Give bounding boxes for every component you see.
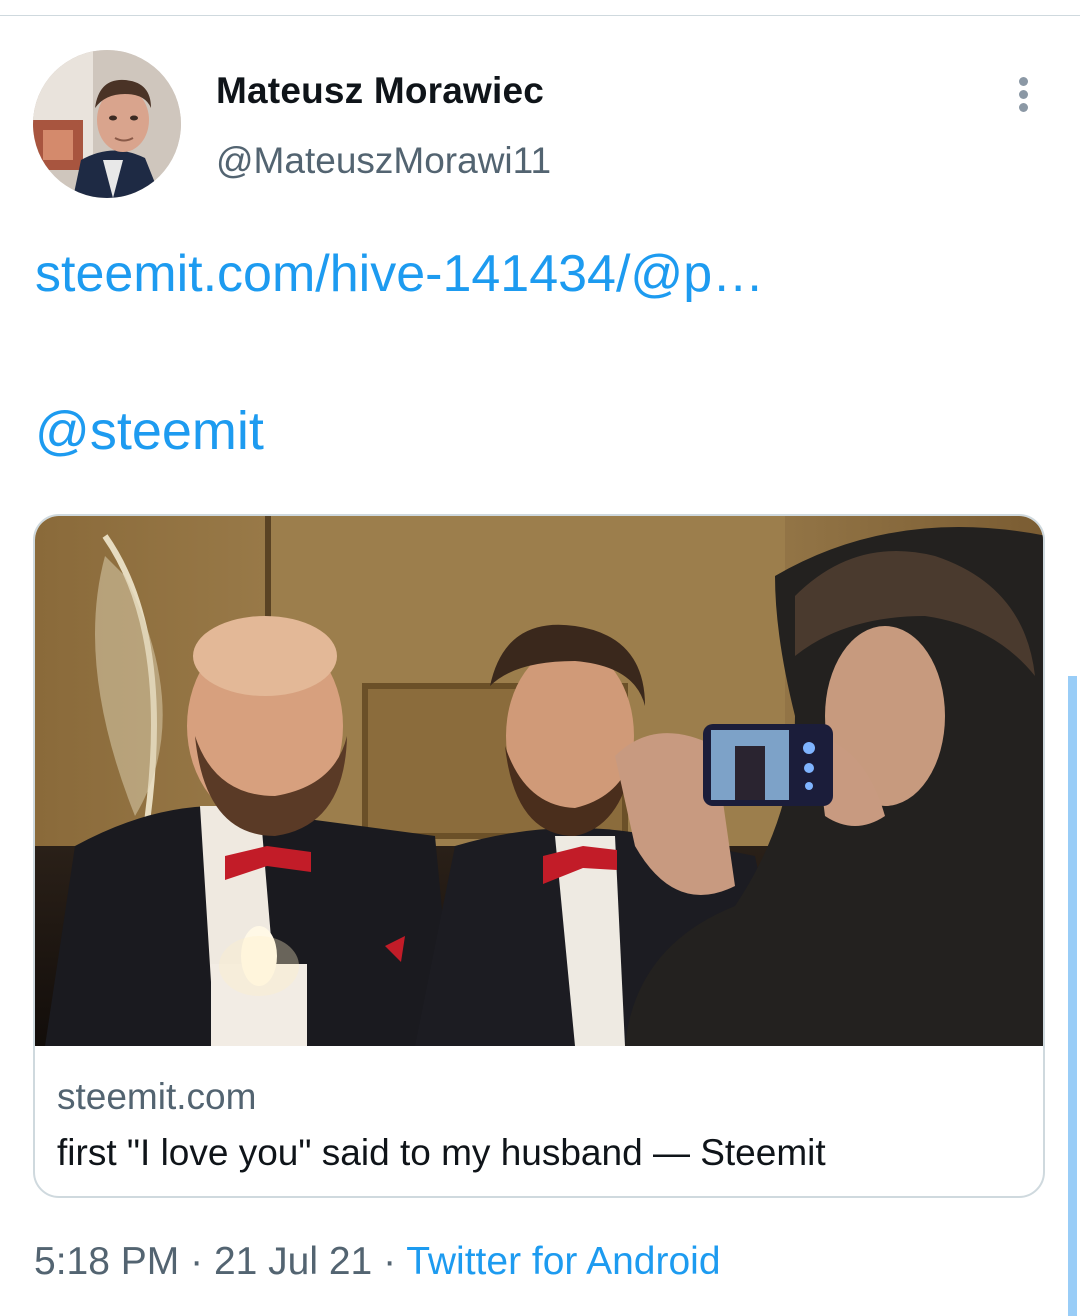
tweet-meta: 5:18 PM · 21 Jul 21 · Twitter for Androi… (34, 1240, 721, 1284)
card-photo (35, 516, 1043, 1046)
tweet-date[interactable]: 21 Jul 21 (214, 1240, 372, 1283)
tweet-time[interactable]: 5:18 PM (34, 1240, 179, 1283)
mention-link[interactable]: @steemit (35, 400, 264, 462)
meta-separator: · (383, 1240, 397, 1283)
scroll-indicator (1068, 676, 1077, 1316)
author-handle[interactable]: @MateuszMorawi11 (216, 140, 551, 182)
card-domain: steemit.com (57, 1076, 257, 1117)
card-title: first "I love you" said to my husband — … (57, 1132, 826, 1173)
tweet-link[interactable]: steemit.com/hive-141434/@p… (35, 244, 764, 304)
author-avatar[interactable] (33, 50, 181, 198)
top-divider (0, 15, 1080, 16)
more-vertical-icon[interactable] (1012, 74, 1036, 114)
tweet-source-link[interactable]: Twitter for Android (406, 1240, 720, 1283)
link-preview-card[interactable]: steemit.com first "I love you" said to m… (33, 514, 1045, 1198)
author-display-name[interactable]: Mateusz Morawiec (216, 70, 544, 112)
meta-separator: · (190, 1240, 204, 1283)
